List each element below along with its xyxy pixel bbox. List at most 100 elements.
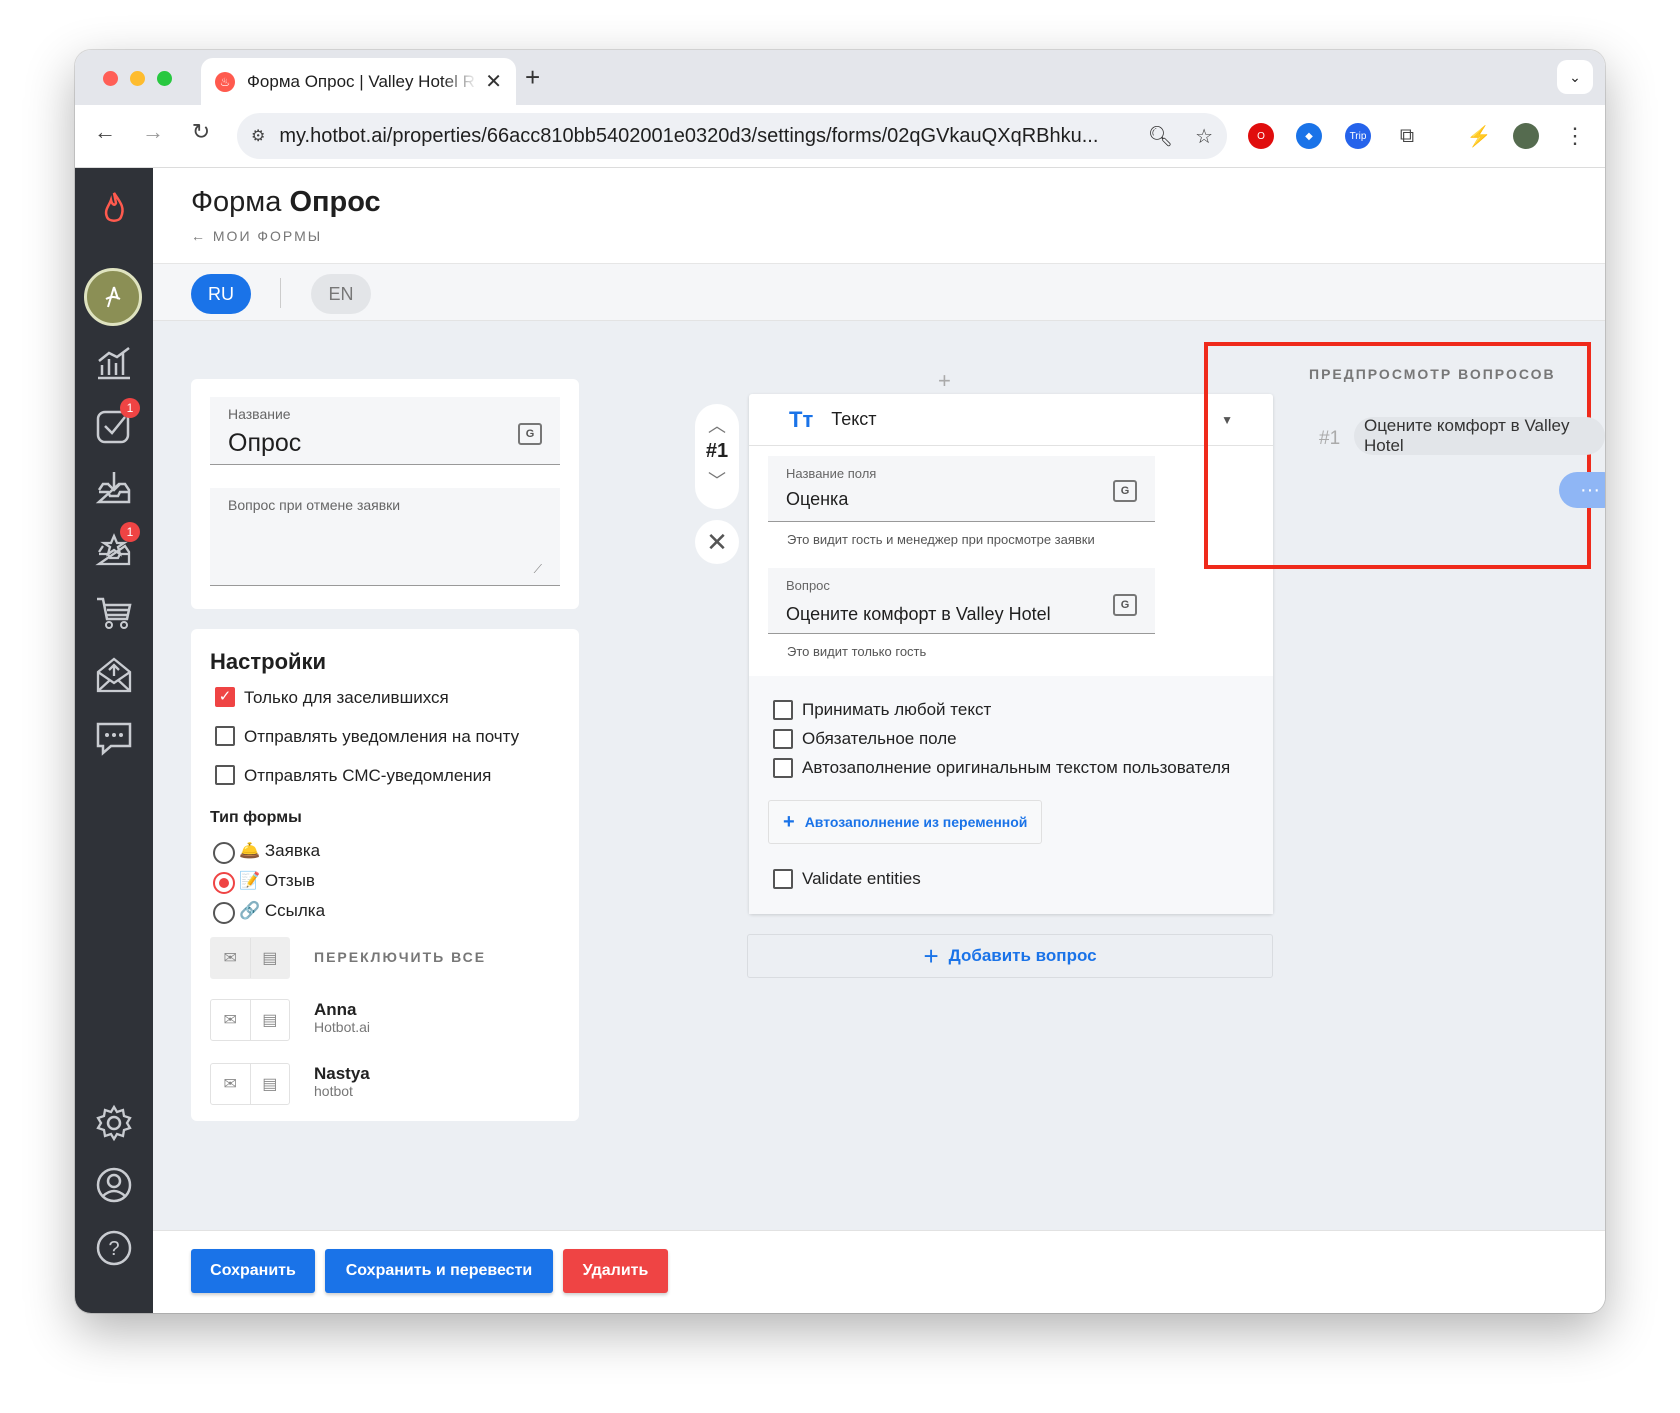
form-footer: Сохранить Сохранить и перевести Удалить	[153, 1230, 1605, 1313]
mail-icon[interactable]: ✉	[211, 1000, 251, 1040]
tag-extension-icon[interactable]: ◆	[1296, 123, 1322, 149]
save-button[interactable]: Сохранить	[191, 1249, 315, 1293]
autofill-original-checkbox[interactable]	[773, 758, 793, 778]
resize-handle-icon[interactable]: ⟋	[534, 562, 542, 577]
user-profile-icon[interactable]	[94, 1165, 134, 1205]
person-nastya-org: hotbot	[314, 1083, 353, 1099]
form-name-value[interactable]: Опрос	[228, 429, 301, 458]
trip-extension-icon[interactable]: Trip	[1345, 123, 1371, 149]
mail-icon[interactable]: ✉	[211, 938, 251, 978]
reload-icon[interactable]: ↻	[185, 119, 217, 145]
person-anna-toggles[interactable]: ✉ ▤	[210, 999, 290, 1041]
add-question-button[interactable]: + Добавить вопрос	[747, 934, 1273, 978]
preview-question-bubble: Оцените комфорт в Valley Hotel	[1354, 416, 1605, 455]
field-name-input[interactable]: Название поля Оценка G	[768, 456, 1155, 522]
accept-any-text-label: Принимать любой текст	[802, 700, 992, 719]
preview-title: ПРЕДПРОСМОТР ВОПРОСОВ	[1309, 366, 1556, 382]
site-settings-icon[interactable]: ⚙	[251, 126, 265, 146]
chat-bubble-icon[interactable]	[94, 718, 134, 758]
lang-ru-button[interactable]: RU	[191, 274, 251, 314]
inbox-download-icon[interactable]	[94, 468, 134, 508]
message-icon[interactable]: ▤	[251, 1064, 290, 1104]
performance-icon[interactable]: ⚡	[1466, 123, 1492, 149]
delete-question-close-icon[interactable]: ✕	[695, 520, 739, 564]
new-tab-icon[interactable]: +	[525, 62, 540, 93]
zoom-icon[interactable]: 🔍︎	[1148, 124, 1173, 149]
plus-icon: +	[783, 810, 795, 833]
back-arrow-icon[interactable]: ←	[89, 119, 121, 145]
extensions-puzzle-icon[interactable]: ⧉	[1394, 123, 1420, 149]
close-tab-icon[interactable]: ✕	[485, 69, 502, 94]
field-name-value[interactable]: Оценка	[786, 489, 848, 510]
form-type-request-label: 🛎️ Заявка	[239, 841, 321, 860]
mail-icon[interactable]: ✉	[211, 1064, 251, 1104]
browser-menu-icon[interactable]: ⋮	[1562, 123, 1588, 149]
autofill-original-label: Автозаполнение оригинальным текстом поль…	[802, 758, 1231, 777]
form-type-link-radio[interactable]	[213, 902, 235, 924]
question-text-input[interactable]: Вопрос Оцените комфорт в Valley Hotel G	[768, 568, 1155, 634]
question-type-select[interactable]: Tт Текст ▼	[749, 394, 1273, 446]
toggle-all-switch[interactable]: ✉ ▤	[210, 937, 290, 979]
opera-extension-icon[interactable]: O	[1248, 123, 1274, 149]
email-notify-checkbox[interactable]	[215, 726, 235, 746]
move-down-chevron-icon[interactable]: ﹀	[708, 467, 726, 493]
back-to-forms-link[interactable]: ← МОИ ФОРМЫ	[191, 228, 322, 244]
person-anna-org: Hotbot.ai	[314, 1019, 371, 1035]
lang-divider	[280, 278, 281, 308]
help-question-icon[interactable]: ?	[94, 1228, 134, 1268]
translate-icon[interactable]: G	[518, 423, 542, 445]
required-field-label: Обязательное поле	[802, 729, 957, 748]
minimize-window-button[interactable]	[130, 71, 145, 86]
settings-gear-icon[interactable]	[94, 1103, 134, 1143]
message-icon[interactable]: ▤	[251, 938, 290, 978]
tasks-check-icon[interactable]: 1	[94, 398, 140, 446]
validate-entities-checkbox[interactable]	[773, 869, 793, 889]
hotbot-logo-icon[interactable]	[94, 188, 134, 228]
insert-question-plus-icon[interactable]: +	[938, 368, 951, 394]
save-translate-button[interactable]: Сохранить и перевести	[325, 1249, 553, 1293]
reviews-star-inbox-icon[interactable]: 1	[94, 522, 140, 570]
text-type-icon: Tт	[789, 406, 814, 432]
close-window-button[interactable]	[103, 71, 118, 86]
page-header: Форма Опрос ← МОИ ФОРМЫ	[153, 168, 1605, 263]
maximize-window-button[interactable]	[157, 71, 172, 86]
bookmark-star-icon[interactable]: ☆	[1195, 124, 1213, 149]
sms-notify-checkbox[interactable]	[215, 765, 235, 785]
message-icon[interactable]: ▤	[251, 1000, 290, 1040]
cancel-question-field[interactable]: Вопрос при отмене заявки ⟋	[210, 488, 560, 586]
question-nav: ︿ #1 ﹀	[695, 404, 739, 509]
form-name-card: Название Опрос G Вопрос при отмене заявк…	[191, 379, 579, 609]
property-avatar[interactable]	[84, 268, 142, 326]
delete-button[interactable]: Удалить	[563, 1249, 668, 1293]
move-up-chevron-icon[interactable]: ︿	[708, 412, 726, 438]
shop-cart-icon[interactable]	[94, 593, 134, 633]
required-field-checkbox[interactable]	[773, 729, 793, 749]
profile-avatar[interactable]	[1513, 123, 1539, 149]
question-card: Tт Текст ▼ Название поля Оценка G Это ви…	[749, 394, 1273, 914]
analytics-chart-icon[interactable]	[94, 343, 134, 383]
question-text-value[interactable]: Оцените комфорт в Valley Hotel	[786, 604, 1051, 625]
address-bar[interactable]: ⚙ my.hotbot.ai/properties/66acc810bb5402…	[237, 113, 1227, 159]
checked-guests-only-checkbox[interactable]: ✓	[215, 687, 235, 707]
forward-arrow-icon[interactable]: →	[137, 119, 169, 145]
person-nastya-toggles[interactable]: ✉ ▤	[210, 1063, 290, 1105]
validate-entities-label: Validate entities	[802, 869, 921, 888]
mail-send-icon[interactable]	[94, 655, 134, 695]
translate-icon[interactable]: G	[1113, 594, 1137, 616]
accept-any-text-checkbox[interactable]	[773, 700, 793, 720]
browser-toolbar: ← → ↻ ⚙ my.hotbot.ai/properties/66acc810…	[75, 105, 1605, 168]
browser-tab[interactable]: ♨ Форма Опрос | Valley Hotel R ✕	[201, 58, 516, 105]
toggle-all-label[interactable]: ПЕРЕКЛЮЧИТЬ ВСЕ	[314, 949, 486, 965]
form-type-request-radio[interactable]	[213, 842, 235, 864]
tab-search-chevron-icon[interactable]: ⌄	[1557, 60, 1593, 94]
question-text-helper: Это видит только гость	[787, 644, 927, 659]
svg-text:?: ?	[108, 1238, 119, 1260]
field-name-label: Название поля	[786, 466, 877, 481]
form-name-field[interactable]: Название Опрос G	[210, 397, 560, 465]
main-content: Форма Опрос ← МОИ ФОРМЫ RU EN Название О…	[153, 168, 1605, 1313]
translate-icon[interactable]: G	[1113, 480, 1137, 502]
lang-en-button[interactable]: EN	[311, 274, 371, 314]
url-text[interactable]: my.hotbot.ai/properties/66acc810bb540200…	[279, 125, 1125, 148]
form-type-review-radio[interactable]	[213, 872, 235, 894]
autofill-variable-button[interactable]: + Автозаполнение из переменной	[768, 800, 1042, 844]
